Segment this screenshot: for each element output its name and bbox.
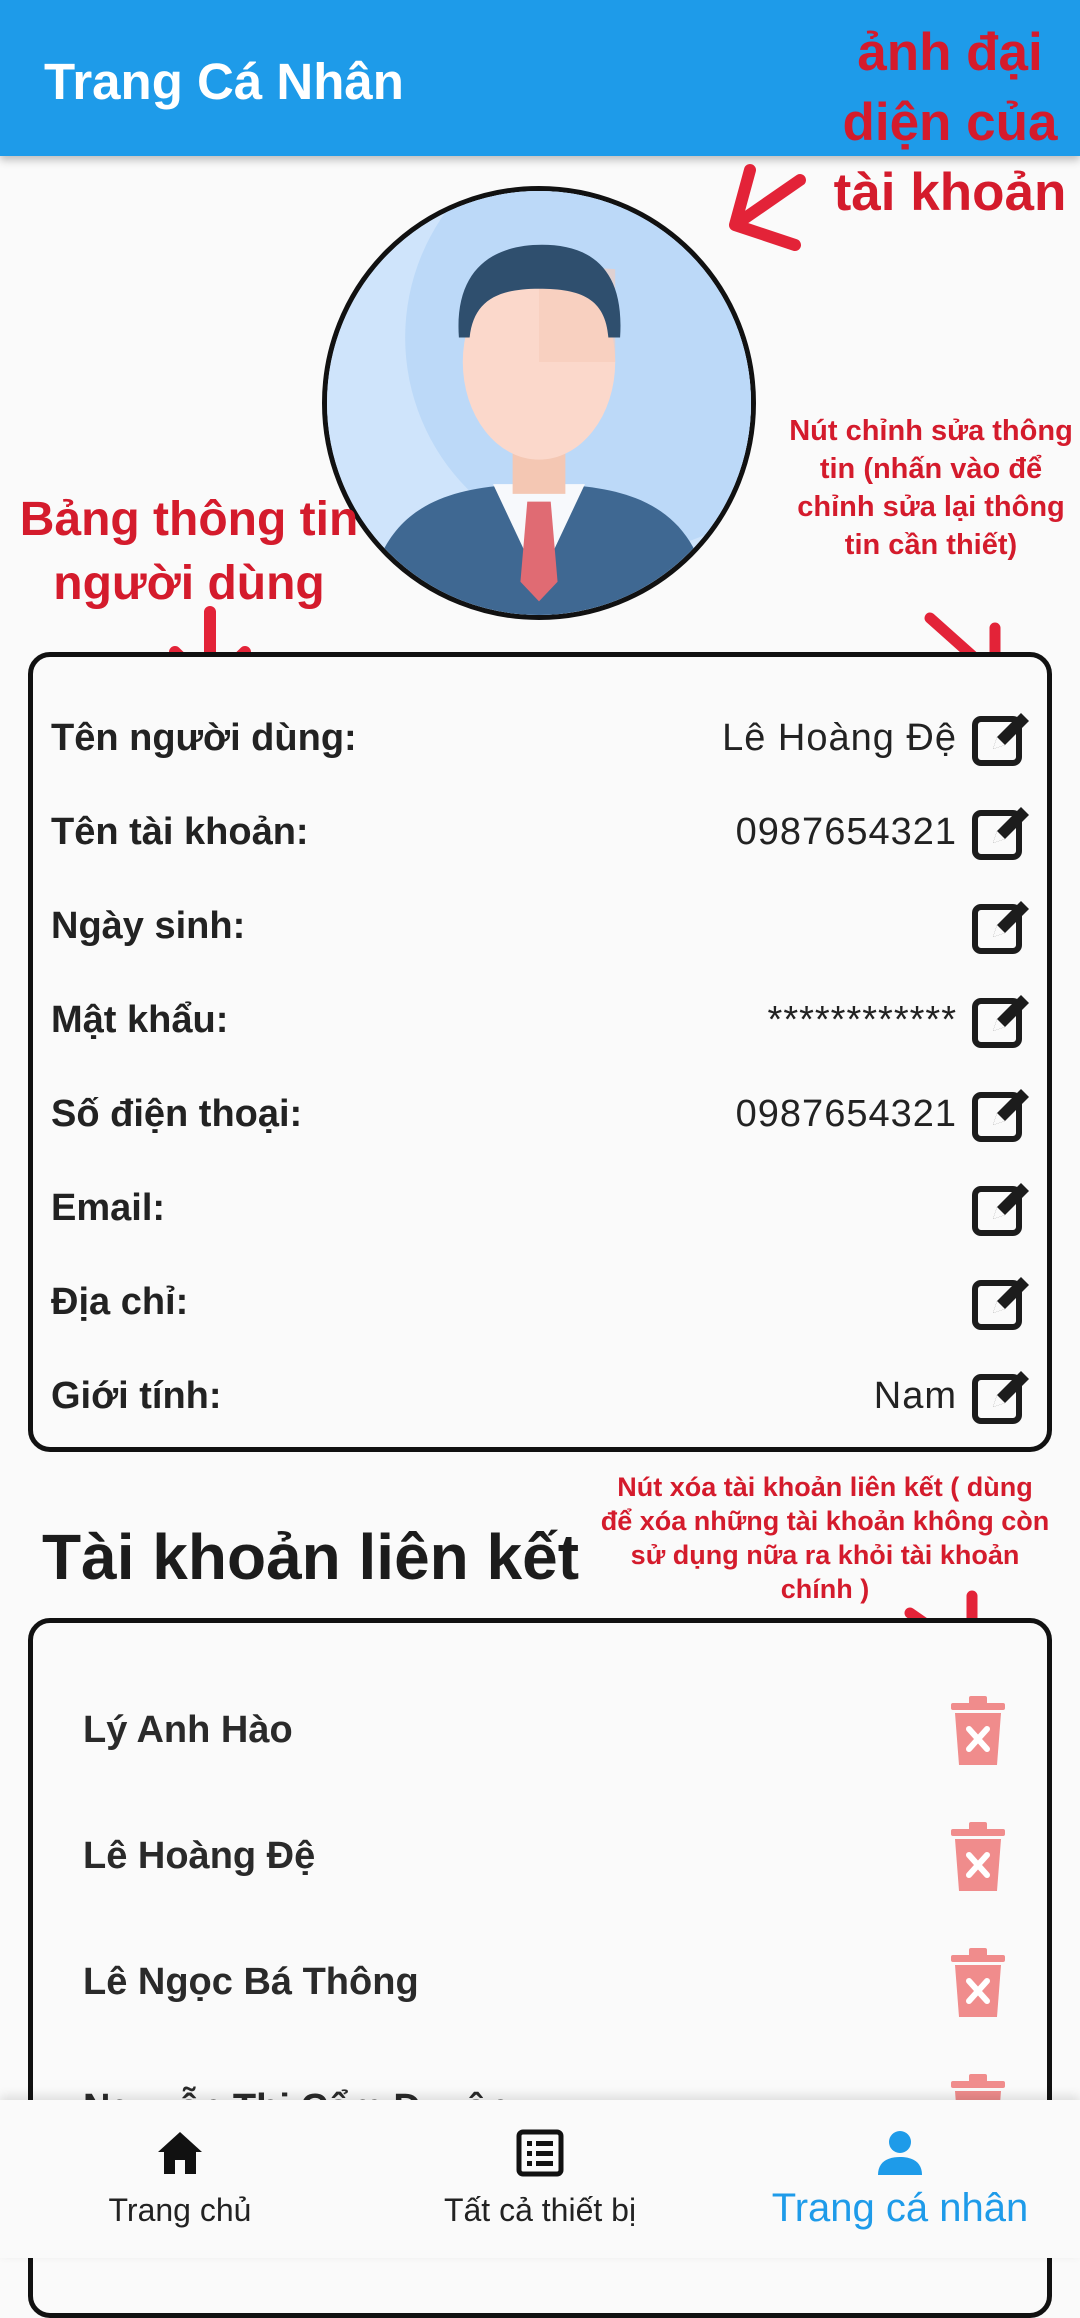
avatar-annotation: ảnh đại diện của tài khoản [833,23,1067,222]
linked-account-name: Lê Hoàng Đệ [83,1835,316,1877]
info-label: Số điện thoại: [51,1093,303,1135]
profile-avatar[interactable] [322,186,756,620]
info-label: Mật khẩu: [51,999,229,1041]
edit-icon[interactable] [969,895,1035,961]
linked-account-name: Lê Ngọc Bá Thông [83,1961,419,2003]
person-icon [875,2128,925,2178]
info-label: Địa chỉ: [51,1281,189,1323]
edit-icon[interactable] [969,1177,1035,1243]
edit-icon[interactable] [969,801,1035,867]
nav-item-all-devices[interactable]: Tất cả thiết bị [360,2100,720,2258]
info-value: ************ [767,999,957,1041]
home-icon [155,2128,205,2178]
edit-icon[interactable] [969,707,1035,773]
info-label: Email: [51,1187,166,1229]
nav-item-profile[interactable]: Trang cá nhân [720,2100,1080,2258]
user-info-table: Tên người dùng: Lê Hoàng Đệ Tên tài khoả… [28,652,1052,1452]
delete-icon[interactable] [949,1695,1007,1767]
info-label: Tên tài khoản: [51,811,309,853]
page-title: Trang Cá Nhân [44,53,404,110]
list-item: Lê Hoàng Đệ [33,1809,1047,1909]
delete-icon[interactable] [949,1947,1007,2019]
delete-icon[interactable] [949,1821,1007,1893]
nav-label: Tất cả thiết bị [443,2192,637,2228]
info-row-phone: Số điện thoại: 0987654321 [33,1075,1047,1169]
info-row-email: Email: [33,1169,1047,1263]
edit-icon[interactable] [969,989,1035,1055]
edit-annotation: Nút chỉnh sửa thông tin (nhấn vào để chỉ… [789,415,1073,561]
table-annotation: Bảng thông tin người dùng [19,493,359,610]
info-label: Giới tính: [51,1375,222,1417]
nav-label: Trang chủ [108,2192,252,2228]
info-row-address: Địa chỉ: [33,1263,1047,1357]
info-row-account-name: Tên tài khoản: 0987654321 [33,793,1047,887]
info-value: 0987654321 [735,1093,957,1135]
avatar-person-illustration [327,191,751,615]
avatar-arrow-icon [729,164,806,251]
list-icon [515,2128,565,2178]
edit-icon[interactable] [969,1271,1035,1337]
info-row-password: Mật khẩu: ************ [33,981,1047,1075]
info-value: Lê Hoàng Đệ [722,717,957,759]
delete-annotation: Nút xóa tài khoản liên kết ( dùng để xóa… [600,1472,1050,1604]
info-label: Ngày sinh: [51,905,246,947]
info-value: 0987654321 [735,811,957,853]
edit-icon[interactable] [969,1365,1035,1431]
nav-item-home[interactable]: Trang chủ [0,2100,360,2258]
info-label: Tên người dùng: [51,717,357,759]
bottom-navigation: Trang chủ Tất cả thiết bị Trang cá nhân [0,2100,1080,2258]
info-row-username: Tên người dùng: Lê Hoàng Đệ [33,699,1047,793]
list-item: Lê Ngọc Bá Thông [33,1935,1047,2035]
nav-label: Trang cá nhân [771,2186,1029,2230]
info-value: Nam [873,1375,957,1417]
list-item: Lý Anh Hào [33,1683,1047,1783]
info-row-gender: Giới tính: Nam [33,1357,1047,1451]
linked-account-name: Lý Anh Hào [83,1709,293,1751]
linked-accounts-title: Tài khoản liên kết [42,1521,580,1593]
info-row-birthday: Ngày sinh: [33,887,1047,981]
edit-icon[interactable] [969,1083,1035,1149]
